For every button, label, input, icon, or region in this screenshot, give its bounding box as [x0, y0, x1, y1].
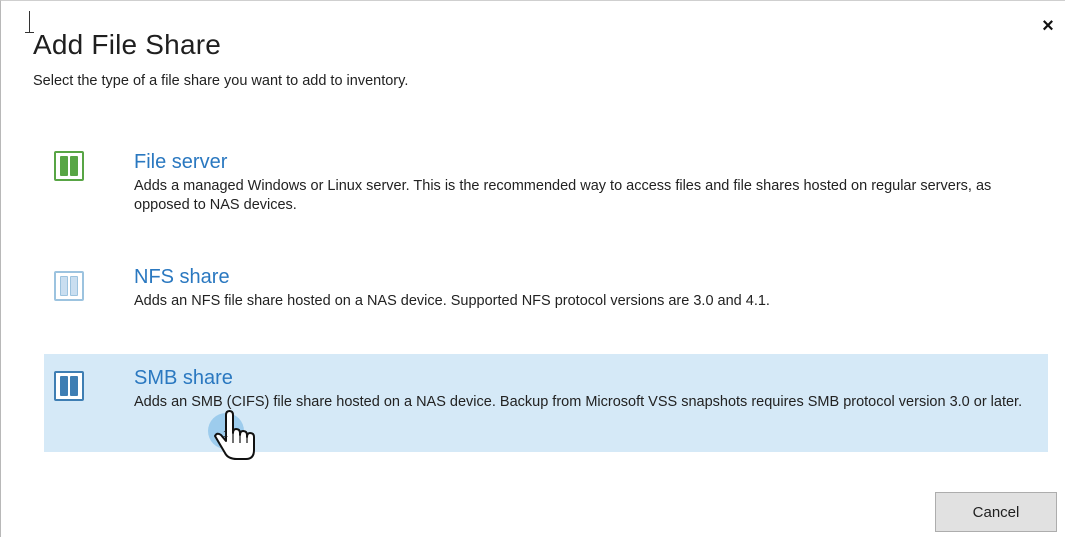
option-smb-share[interactable]: SMB share Adds an SMB (CIFS) file share …: [44, 354, 1048, 452]
cancel-button[interactable]: Cancel: [935, 492, 1057, 532]
hand-pointer-icon: [208, 410, 255, 460]
click-count-badge: 1: [223, 429, 229, 439]
option-description: Adds an SMB (CIFS) file share hosted on …: [134, 394, 1023, 410]
add-file-share-dialog: × Add File Share Select the type of a fi…: [0, 0, 1065, 537]
dialog-title: Add File Share: [33, 29, 222, 60]
option-description: Adds an NFS file share hosted on a NAS d…: [134, 293, 770, 309]
dialog-subtitle: Select the type of a file share you want…: [33, 73, 409, 89]
option-nfs-share[interactable]: NFS share Adds an NFS file share hosted …: [44, 257, 1048, 317]
option-file-server[interactable]: File server Adds a managed Windows or Li…: [44, 139, 1048, 229]
smb-share-icon: [54, 371, 84, 401]
file-server-icon: [54, 151, 84, 181]
nfs-share-icon: [54, 271, 84, 301]
option-title: SMB share: [134, 367, 233, 389]
close-button[interactable]: ×: [1037, 15, 1059, 37]
option-title: NFS share: [134, 266, 230, 288]
option-description: Adds a managed Windows or Linux server. …: [134, 178, 992, 213]
option-title: File server: [134, 151, 228, 173]
